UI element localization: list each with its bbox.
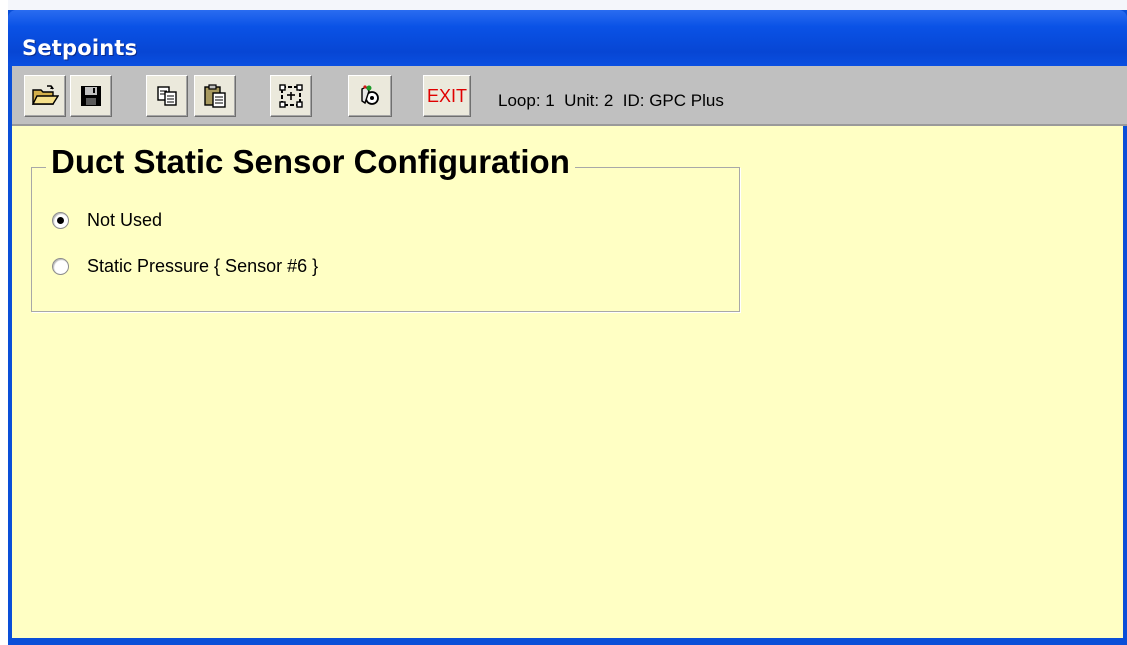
open-folder-icon — [31, 85, 59, 105]
hand-gear-icon — [361, 85, 379, 105]
save-button[interactable] — [70, 75, 112, 117]
open-button[interactable] — [24, 75, 66, 117]
title-bar[interactable]: Setpoints — [8, 10, 1127, 66]
hand-tool-button[interactable] — [348, 75, 392, 117]
window-bottom-border — [12, 638, 1123, 645]
exit-button[interactable]: EXIT — [423, 75, 471, 117]
radio-selected-dot — [57, 217, 64, 224]
exit-button-label: EXIT — [426, 85, 467, 106]
setpoints-window: Setpoints EXIT Loop: 1 Unit: 2 ID: GPC P… — [8, 0, 1127, 645]
copy-button[interactable] — [146, 75, 188, 117]
window-top-strip — [8, 0, 1127, 10]
radio-static-pressure[interactable] — [52, 258, 69, 275]
duct-static-sensor-groupbox: Duct Static Sensor Configuration Not Use… — [31, 142, 740, 312]
paste-icon — [204, 84, 226, 108]
radio-not-used[interactable] — [52, 212, 69, 229]
toolbar: EXIT Loop: 1 Unit: 2 ID: GPC Plus — [12, 66, 1127, 126]
setpoints-content-area: Duct Static Sensor Configuration Not Use… — [12, 126, 1123, 638]
option-not-used-label: Not Used — [87, 210, 163, 230]
select-frame-icon — [279, 84, 303, 108]
group-title: Duct Static Sensor Configuration — [46, 142, 575, 182]
loop-unit-id-status: Loop: 1 Unit: 2 ID: GPC Plus — [498, 91, 724, 110]
save-disk-icon — [81, 86, 101, 106]
select-region-button[interactable] — [270, 75, 312, 117]
option-static-pressure[interactable]: Static Pressure { Sensor #6 } — [52, 256, 318, 277]
paste-button[interactable] — [194, 75, 236, 117]
copy-icon — [157, 86, 177, 106]
window-title: Setpoints — [22, 36, 138, 60]
option-static-pressure-label: Static Pressure { Sensor #6 } — [87, 256, 319, 276]
option-not-used[interactable]: Not Used — [52, 210, 162, 231]
